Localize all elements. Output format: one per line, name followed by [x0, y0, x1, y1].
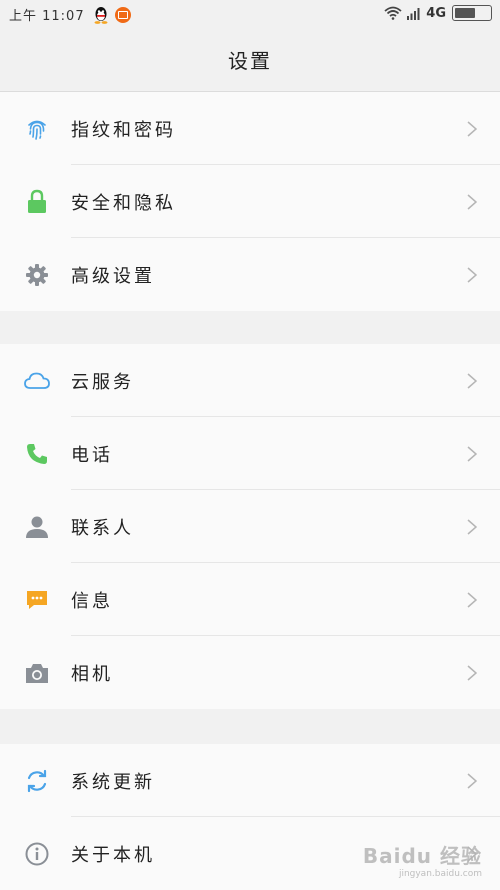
chevron-right-icon	[467, 665, 478, 681]
fingerprint-icon	[24, 116, 50, 142]
settings-item-label: 高级设置	[71, 265, 155, 287]
chevron-right-icon	[467, 194, 478, 210]
watermark-sub: jingyan.baidu.com	[398, 869, 482, 879]
settings-group-apps: 云服务 电话 联系人 信息 相机	[0, 344, 500, 709]
settings-item-label: 相机	[71, 663, 113, 685]
chevron-right-icon	[467, 446, 478, 462]
lock-icon	[24, 189, 50, 215]
settings-item-cloud-service[interactable]: 云服务	[0, 344, 500, 417]
chevron-right-icon	[467, 373, 478, 389]
signal-icon	[407, 8, 420, 20]
wifi-icon	[384, 6, 402, 20]
settings-item-advanced[interactable]: 高级设置	[0, 238, 500, 311]
settings-item-messages[interactable]: 信息	[0, 563, 500, 636]
settings-item-label: 指纹和密码	[71, 119, 176, 141]
settings-item-label: 关于本机	[71, 844, 155, 866]
page-title: 设置	[0, 28, 500, 92]
status-time: 上午 11:07	[9, 9, 85, 24]
settings-item-label: 云服务	[71, 371, 134, 393]
message-icon	[24, 587, 50, 613]
settings-group-security: 指纹和密码 安全和隐私 高级设置	[0, 92, 500, 311]
settings-item-contacts[interactable]: 联系人	[0, 490, 500, 563]
settings-item-security-privacy[interactable]: 安全和隐私	[0, 165, 500, 238]
gear-icon	[24, 262, 50, 288]
settings-item-label: 信息	[71, 590, 113, 612]
settings-item-camera[interactable]: 相机	[0, 636, 500, 709]
update-icon	[24, 768, 50, 794]
settings-item-fingerprint-password[interactable]: 指纹和密码	[0, 92, 500, 165]
settings-item-phone[interactable]: 电话	[0, 417, 500, 490]
watermark-text: Baidu 经验	[362, 844, 482, 868]
baidu-jingyan-watermark: Baidu 经验 jingyan.baidu.com	[363, 840, 482, 879]
chevron-right-icon	[467, 773, 478, 789]
settings-item-label: 联系人	[71, 517, 134, 539]
battery-icon	[452, 5, 492, 21]
info-icon	[24, 841, 50, 867]
qq-notification-icon	[93, 6, 109, 24]
phone-icon	[24, 441, 50, 467]
contact-icon	[24, 514, 50, 540]
camera-icon	[24, 660, 50, 686]
settings-item-label: 安全和隐私	[71, 192, 176, 214]
network-type: 4G	[426, 5, 446, 21]
chevron-right-icon	[467, 267, 478, 283]
chevron-right-icon	[467, 592, 478, 608]
chevron-right-icon	[467, 121, 478, 137]
settings-item-label: 系统更新	[71, 771, 155, 793]
settings-item-label: 电话	[71, 444, 113, 466]
settings-item-system-update[interactable]: 系统更新	[0, 744, 500, 817]
cloud-icon	[24, 368, 50, 394]
app-notification-icon	[114, 6, 131, 23]
chevron-right-icon	[467, 519, 478, 535]
status-bar: 上午 11:07 4G	[0, 0, 500, 28]
